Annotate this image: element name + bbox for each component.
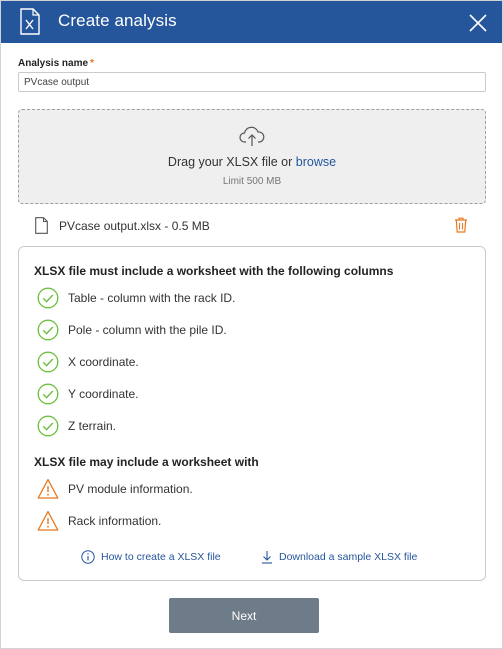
uploaded-file-name: PVcase output.xlsx - 0.5 MB <box>59 219 210 233</box>
download-icon <box>262 551 272 564</box>
requirements-panel: XLSX file must include a worksheet with … <box>18 246 486 581</box>
check-circle-icon <box>37 415 59 437</box>
dropzone-text: Drag your XLSX file or browse <box>19 155 485 169</box>
check-circle-icon <box>37 319 59 341</box>
file-size-limit: Limit 500 MB <box>222 176 282 187</box>
file-dropzone[interactable]: Drag your XLSX file or browse Limit 500 … <box>18 109 486 204</box>
dialog-title: Create analysis <box>58 11 177 30</box>
check-circle-icon <box>37 287 59 309</box>
list-item: X coordinate. <box>37 351 139 373</box>
may-include-title: XLSX file may include a worksheet with <box>34 455 259 469</box>
trash-icon[interactable] <box>454 217 468 233</box>
requirement-text: Y coordinate. <box>68 387 139 401</box>
requirement-text: Z terrain. <box>68 419 117 433</box>
next-button[interactable]: Next <box>169 598 319 633</box>
close-icon[interactable] <box>468 13 488 33</box>
analysis-name-label: Analysis name * <box>18 58 94 69</box>
check-circle-icon <box>37 351 59 373</box>
how-to-create-label: How to create a XLSX file <box>101 551 221 563</box>
create-analysis-dialog: Create analysis Analysis name* Drag your… <box>0 0 503 649</box>
requirement-text: X coordinate. <box>68 355 139 369</box>
xlsx-file-icon <box>20 8 40 35</box>
requirement-text: Pole - column with the pile ID. <box>68 323 227 337</box>
download-sample-label: Download a sample XLSX file <box>279 551 418 563</box>
list-item: Y coordinate. <box>37 383 139 405</box>
download-sample-link[interactable]: Download a sample XLSX file <box>261 550 417 564</box>
check-circle-icon <box>37 383 59 405</box>
list-item: Pole - column with the pile ID. <box>37 319 227 341</box>
optional-text: Rack information. <box>68 514 162 528</box>
dropzone-prompt: Drag your XLSX file or <box>167 155 296 169</box>
file-icon <box>35 217 48 234</box>
browse-link[interactable]: browse <box>296 155 336 169</box>
info-icon <box>81 550 95 564</box>
how-to-create-link[interactable]: How to create a XLSX file <box>81 550 221 564</box>
cloud-upload-icon <box>239 126 265 146</box>
dialog-header: Create analysis <box>1 1 502 43</box>
analysis-name-label-text: Analysis name <box>18 58 89 69</box>
requirement-text: Table - column with the rack ID. <box>68 291 236 305</box>
list-item: PV module information. <box>37 478 193 500</box>
list-item: Table - column with the rack ID. <box>37 287 235 309</box>
required-mark: * <box>90 58 94 69</box>
warning-icon <box>37 510 59 531</box>
warning-icon <box>37 478 59 499</box>
optional-text: PV module information. <box>68 482 193 496</box>
list-item: Rack information. <box>37 510 161 532</box>
must-include-title: XLSX file must include a worksheet with … <box>34 264 394 278</box>
analysis-name-input[interactable] <box>18 72 486 92</box>
list-item: Z terrain. <box>37 415 116 437</box>
